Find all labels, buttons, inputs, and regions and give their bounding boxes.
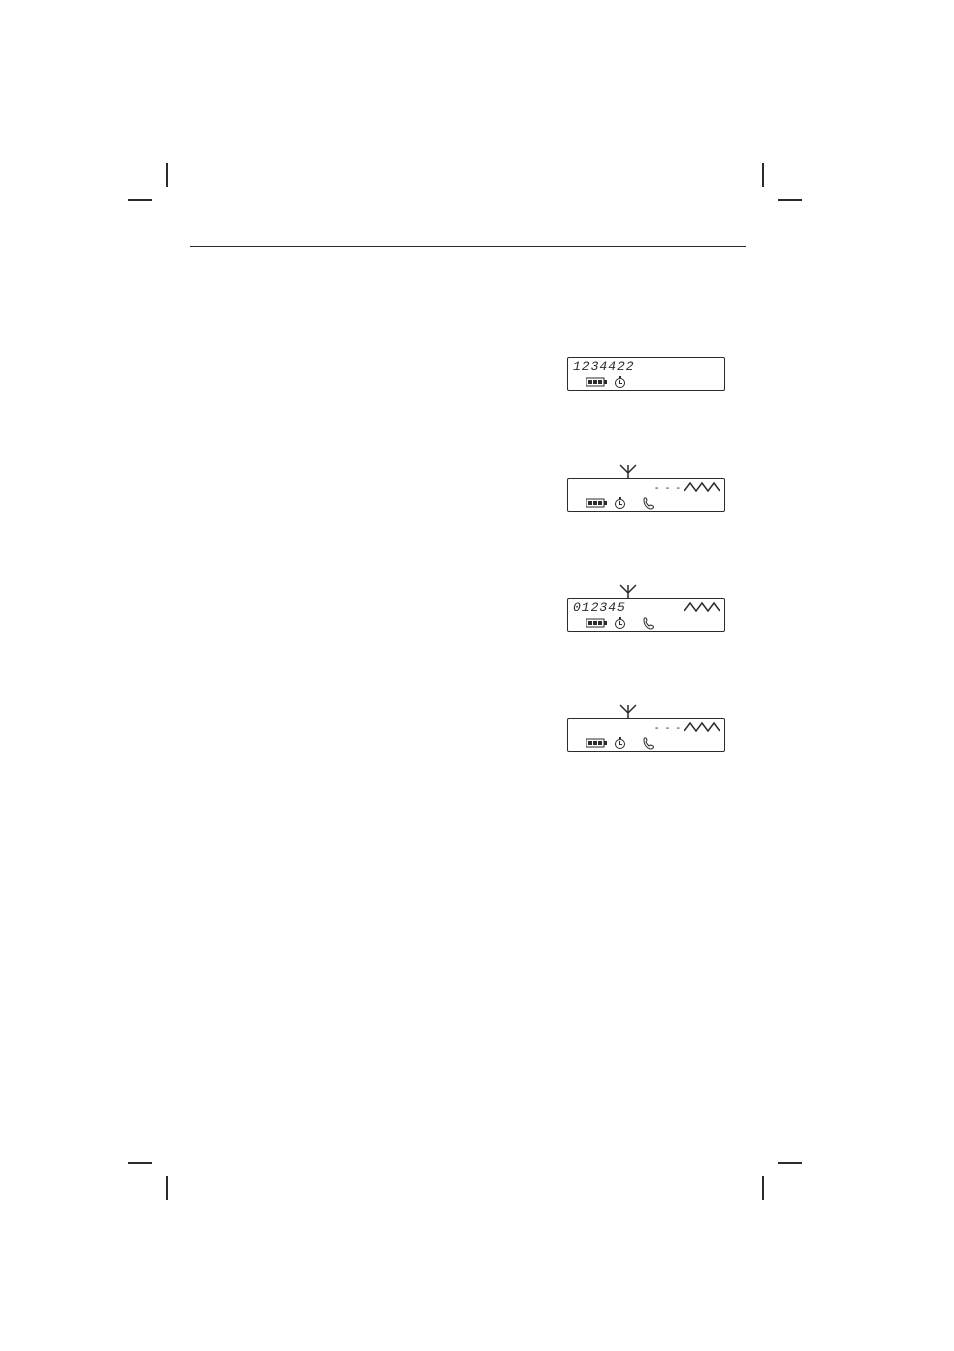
antenna-icon xyxy=(616,463,640,479)
lcd-dashes: - - - xyxy=(655,722,682,734)
signal-icon xyxy=(684,601,720,615)
lcd-display-4: - - - xyxy=(567,718,725,752)
phone-icon xyxy=(642,496,656,510)
battery-icon xyxy=(586,498,608,508)
signal-icon xyxy=(684,721,720,735)
phone-icon xyxy=(642,736,656,750)
lcd-digits: 012345 xyxy=(573,600,626,615)
header-rule xyxy=(190,246,746,247)
antenna-icon xyxy=(616,583,640,599)
lcd-display-1: 1234422 xyxy=(567,357,725,391)
lcd-display-3: 012345 xyxy=(567,598,725,632)
lcd-dashes: - - - xyxy=(655,482,682,494)
clock-icon xyxy=(615,739,625,749)
antenna-icon xyxy=(616,703,640,719)
clock-icon xyxy=(615,378,625,388)
battery-icon xyxy=(586,377,608,387)
battery-icon xyxy=(586,738,608,748)
lcd-display-2: - - - xyxy=(567,478,725,512)
phone-icon xyxy=(642,616,656,630)
battery-icon xyxy=(586,618,608,628)
lcd-digits: 1234422 xyxy=(573,359,635,374)
clock-icon xyxy=(615,499,625,509)
clock-icon xyxy=(615,619,625,629)
signal-icon xyxy=(684,481,720,495)
